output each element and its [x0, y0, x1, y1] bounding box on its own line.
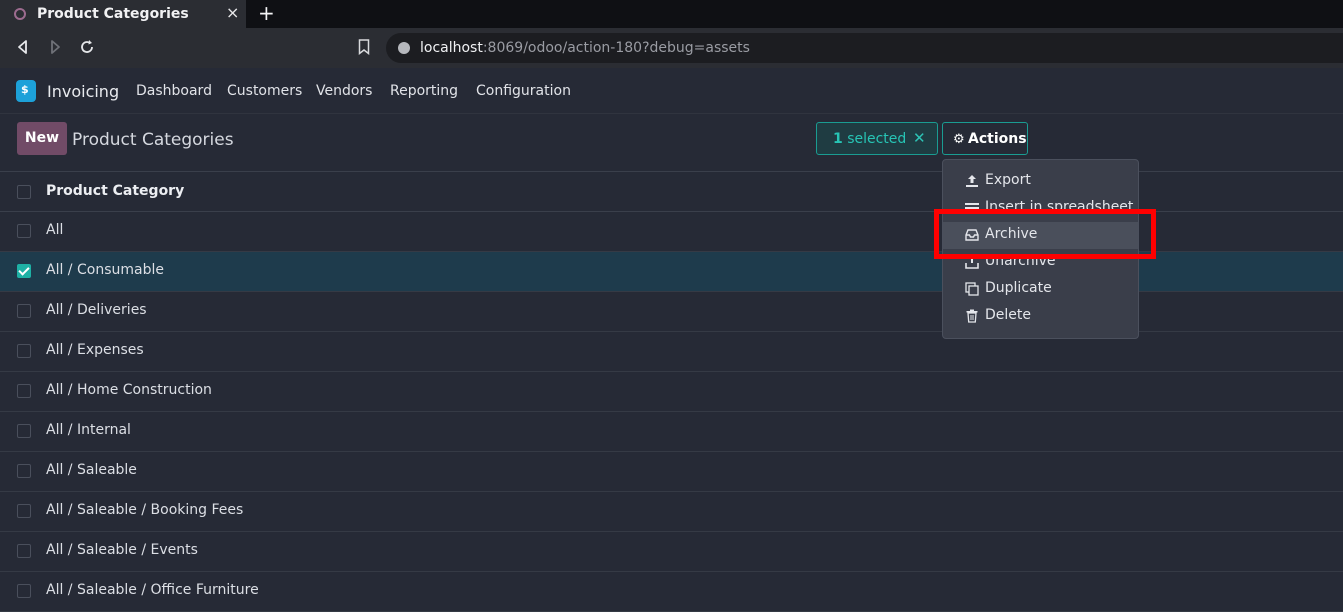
table-row[interactable]: All / Saleable / Booking Fees	[0, 492, 1343, 532]
url-text: localhost:8069/odoo/action-180?debug=ass…	[420, 40, 750, 56]
trash-icon	[966, 309, 978, 323]
action-delete[interactable]: Delete	[943, 303, 1138, 330]
browser-tab-bar: Product Categories × +	[0, 0, 1343, 28]
clear-selection-icon[interactable]: ✕	[913, 129, 926, 147]
row-checkbox[interactable]	[17, 384, 31, 398]
menu-dashboard[interactable]: Dashboard	[136, 83, 212, 99]
forward-icon[interactable]	[45, 37, 65, 57]
action-duplicate[interactable]: Duplicate	[943, 276, 1138, 303]
browser-tab[interactable]: Product Categories ×	[0, 0, 246, 28]
action-duplicate-label: Duplicate	[985, 280, 1052, 296]
browser-navbar: localhost:8069/odoo/action-180?debug=ass…	[0, 28, 1343, 68]
category-name[interactable]: All / Saleable	[46, 462, 137, 478]
category-name[interactable]: All / Saleable / Events	[46, 542, 198, 558]
table-row[interactable]: All / Saleable / Events	[0, 532, 1343, 572]
upload-icon	[966, 175, 978, 187]
close-tab-icon[interactable]: ×	[226, 3, 239, 22]
tab-title: Product Categories	[37, 6, 189, 22]
actions-label: Actions	[968, 131, 1027, 147]
row-checkbox[interactable]	[17, 224, 31, 238]
site-info-icon[interactable]	[398, 42, 410, 54]
select-all-checkbox[interactable]	[17, 185, 31, 199]
bookmark-icon[interactable]	[358, 39, 370, 55]
row-checkbox[interactable]	[17, 584, 31, 598]
action-delete-label: Delete	[985, 307, 1031, 323]
app-name[interactable]: Invoicing	[47, 82, 119, 101]
back-icon[interactable]	[13, 37, 33, 57]
row-checkbox[interactable]	[17, 544, 31, 558]
reload-icon[interactable]	[77, 37, 97, 57]
new-button[interactable]: New	[17, 122, 67, 155]
selected-count: 1 selected	[833, 131, 907, 147]
page-title: Product Categories	[72, 130, 234, 150]
list-header: Product Category	[0, 171, 1343, 212]
table-row[interactable]: All / Home Construction	[0, 372, 1343, 412]
table-row[interactable]: All / Internal	[0, 412, 1343, 452]
menu-reporting[interactable]: Reporting	[390, 83, 458, 99]
category-name[interactable]: All / Expenses	[46, 342, 144, 358]
table-row[interactable]: All / Deliveries	[0, 292, 1343, 332]
category-name[interactable]: All / Deliveries	[46, 302, 147, 318]
table-row[interactable]: All / Expenses	[0, 332, 1343, 372]
highlight-box	[934, 209, 1156, 259]
copy-icon	[965, 282, 979, 296]
category-name[interactable]: All / Consumable	[46, 262, 164, 278]
column-header-product-category[interactable]: Product Category	[46, 183, 184, 199]
row-checkbox[interactable]	[17, 504, 31, 518]
menu-customers[interactable]: Customers	[227, 83, 302, 99]
actions-button[interactable]: ⚙ Actions	[942, 122, 1028, 155]
odoo-favicon-icon	[14, 8, 26, 20]
new-tab-icon[interactable]: +	[258, 1, 275, 25]
table-row[interactable]: All / Saleable	[0, 452, 1343, 492]
menu-configuration[interactable]: Configuration	[476, 83, 571, 99]
gear-icon: ⚙	[953, 132, 965, 147]
row-checkbox[interactable]	[17, 264, 31, 278]
selection-indicator: 1 selected ✕	[816, 122, 938, 155]
app-navbar: $ Invoicing Dashboard Customers Vendors …	[0, 68, 1343, 114]
category-name[interactable]: All / Home Construction	[46, 382, 212, 398]
category-name[interactable]: All	[46, 222, 63, 238]
category-name[interactable]: All / Saleable / Booking Fees	[46, 502, 243, 518]
row-checkbox[interactable]	[17, 344, 31, 358]
row-checkbox[interactable]	[17, 464, 31, 478]
row-checkbox[interactable]	[17, 424, 31, 438]
action-export[interactable]: Export	[943, 168, 1138, 195]
invoicing-app-icon[interactable]: $	[16, 80, 36, 102]
action-export-label: Export	[985, 172, 1031, 188]
row-checkbox[interactable]	[17, 304, 31, 318]
category-name[interactable]: All / Saleable / Office Furniture	[46, 582, 259, 598]
category-name[interactable]: All / Internal	[46, 422, 131, 438]
menu-vendors[interactable]: Vendors	[316, 83, 372, 99]
table-row[interactable]: All / Saleable / Office Furniture	[0, 572, 1343, 612]
address-bar[interactable]: localhost:8069/odoo/action-180?debug=ass…	[386, 33, 1343, 63]
